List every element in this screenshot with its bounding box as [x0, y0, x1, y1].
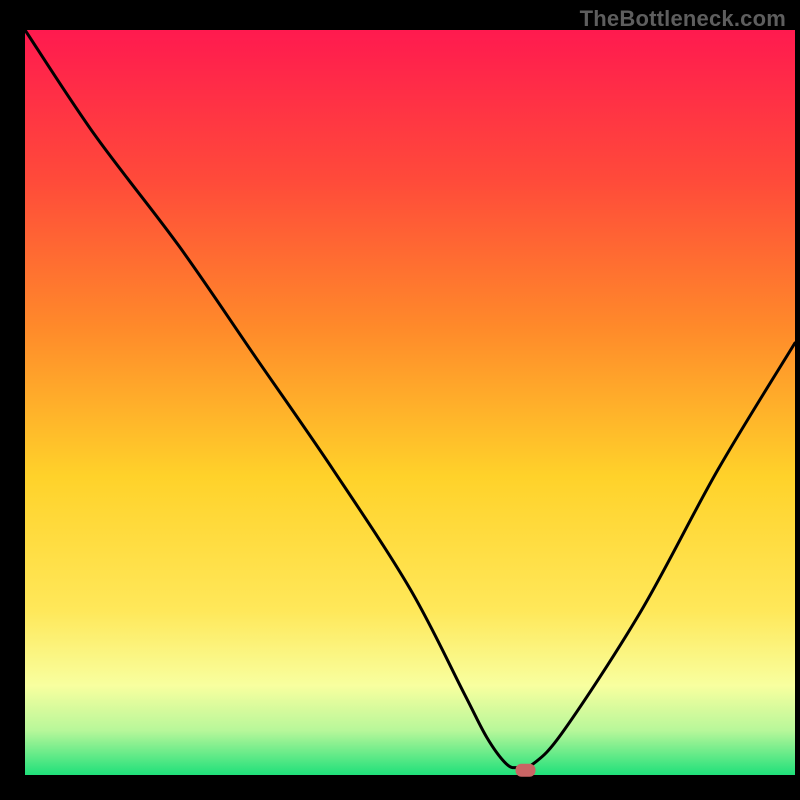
plot-area [25, 30, 795, 775]
chart-svg [0, 0, 800, 800]
optimum-marker [516, 764, 536, 777]
watermark-text: TheBottleneck.com [580, 6, 786, 32]
chart-container: TheBottleneck.com [0, 0, 800, 800]
